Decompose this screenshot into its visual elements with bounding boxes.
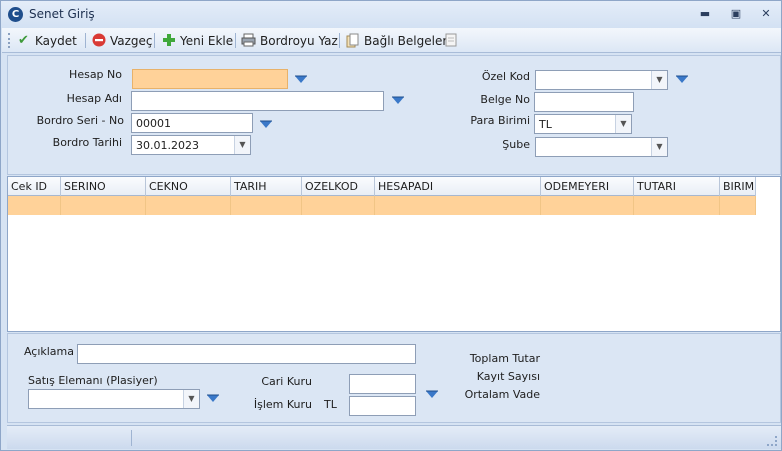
documents-icon — [345, 33, 360, 48]
column-header-odemeyeri[interactable]: ODEMEYERI — [541, 177, 634, 196]
minimize-icon[interactable]: ▬ — [697, 6, 713, 22]
islem-kuru-field[interactable] — [349, 396, 416, 416]
column-header-birim[interactable]: BIRIM — [720, 177, 756, 196]
status-bar — [7, 425, 781, 449]
table-cell[interactable] — [302, 196, 375, 215]
ortalam-vade-label: Ortalam Vade — [464, 388, 540, 401]
page-icon — [443, 33, 458, 48]
column-header-ozelkod[interactable]: OZELKOD — [302, 177, 375, 196]
satis-elemani-combo[interactable]: ▼ — [28, 389, 200, 409]
page-button[interactable] — [443, 31, 458, 50]
column-header-cek-id[interactable]: Cek ID — [8, 177, 61, 196]
kur-filter-dropdown-icon[interactable] — [425, 390, 439, 400]
ozel-kod-label: Özel Kod — [481, 70, 530, 83]
print-bordro-button-label: Bordroyu Yaz — [260, 33, 338, 48]
table-cell[interactable] — [541, 196, 634, 215]
close-icon[interactable]: ✕ — [758, 6, 774, 22]
toplam-tutar-label: Toplam Tutar — [469, 352, 540, 365]
toolbar-separator — [339, 33, 340, 48]
footer-form-panel: Açıklama Satış Elemanı (Plasiyer) ▼ Cari… — [7, 333, 781, 423]
para-birimi-value: TL — [539, 118, 552, 131]
table-cell[interactable] — [231, 196, 302, 215]
cancel-icon — [91, 33, 106, 48]
bordro-tarihi-value: 30.01.2023 — [136, 139, 199, 152]
hesap-adi-label: Hesap Adı — [66, 92, 122, 105]
grid-header: Cek ID SERINO CEKNO TARIH OZELKOD HESAPA… — [8, 177, 756, 196]
bordro-seri-filter-dropdown-icon[interactable] — [259, 120, 273, 130]
chevron-down-icon[interactable]: ▼ — [651, 71, 667, 89]
cancel-button[interactable]: Vazgeç — [91, 31, 153, 50]
bordro-tarihi-label: Bordro Tarihi — [52, 136, 122, 149]
sube-combo[interactable]: ▼ — [535, 137, 668, 157]
table-cell[interactable] — [146, 196, 231, 215]
hesap-adi-filter-dropdown-icon[interactable] — [391, 96, 405, 106]
chevron-down-icon[interactable]: ▼ — [615, 115, 631, 133]
checkmark-icon: ✔ — [18, 33, 29, 48]
toolbar-separator — [235, 33, 236, 48]
save-button-label: Kaydet — [35, 33, 77, 48]
ozel-kod-filter-dropdown-icon[interactable] — [675, 75, 689, 85]
table-cell[interactable] — [720, 196, 756, 215]
cari-kuru-field[interactable] — [349, 374, 416, 394]
hesap-no-field[interactable] — [132, 69, 288, 89]
kayit-sayisi-label: Kayıt Sayısı — [476, 370, 540, 383]
satis-elemani-filter-dropdown-icon[interactable] — [206, 394, 220, 404]
sube-label: Şube — [502, 138, 530, 151]
print-bordro-button[interactable]: Bordroyu Yaz — [241, 31, 338, 50]
aciklama-label: Açıklama — [23, 345, 74, 358]
toolbar-separator — [154, 33, 155, 48]
column-header-tarih[interactable]: TARIH — [231, 177, 302, 196]
table-row[interactable] — [8, 196, 756, 215]
linked-documents-button-label: Bağlı Belgeler — [364, 33, 448, 48]
window-title: Senet Giriş — [29, 7, 95, 21]
senet-grid[interactable]: Cek ID SERINO CEKNO TARIH OZELKOD HESAPA… — [7, 176, 781, 332]
ozel-kod-combo[interactable]: ▼ — [535, 70, 668, 90]
para-birimi-label: Para Birimi — [470, 114, 530, 127]
chevron-down-icon[interactable]: ▼ — [234, 136, 250, 154]
column-header-cekno[interactable]: CEKNO — [146, 177, 231, 196]
chevron-down-icon[interactable]: ▼ — [651, 138, 667, 156]
printer-icon — [241, 33, 256, 48]
islem-kuru-currency: TL — [324, 398, 337, 411]
satis-elemani-label: Satış Elemanı (Plasiyer) — [28, 374, 158, 387]
hesap-no-filter-dropdown-icon[interactable] — [294, 75, 308, 85]
senet-giris-window: C Senet Giriş ▬ ▣ ✕ ✔ Kaydet Vazgeç Yeni… — [0, 0, 782, 451]
title-bar: C Senet Giriş ▬ ▣ ✕ — [1, 1, 781, 28]
toolbar-separator — [85, 33, 86, 48]
bordro-seri-label: Bordro Seri - No — [36, 114, 124, 127]
linked-documents-button[interactable]: Bağlı Belgeler — [345, 31, 447, 50]
belge-no-label: Belge No — [480, 93, 530, 106]
toolbar: ✔ Kaydet Vazgeç Yeni Ekle Bordroyu Yaz B… — [2, 28, 781, 53]
table-cell[interactable] — [634, 196, 720, 215]
hesap-no-label: Hesap No — [69, 68, 122, 81]
table-cell[interactable] — [61, 196, 146, 215]
status-separator — [131, 430, 132, 446]
hesap-adi-field[interactable] — [131, 91, 384, 111]
table-cell[interactable] — [8, 196, 61, 215]
toolbar-grip[interactable] — [8, 33, 11, 48]
table-cell[interactable] — [375, 196, 541, 215]
column-header-serino[interactable]: SERINO — [61, 177, 146, 196]
new-button-label: Yeni Ekle — [180, 33, 234, 48]
cari-kuru-label: Cari Kuru — [261, 375, 312, 388]
bordro-tarihi-datepicker[interactable]: 30.01.2023 ▼ — [131, 135, 251, 155]
app-logo-icon: C — [8, 7, 23, 22]
aciklama-field[interactable] — [77, 344, 416, 364]
column-header-hesapadi[interactable]: HESAPADI — [375, 177, 541, 196]
cancel-button-label: Vazgeç — [110, 33, 153, 48]
resize-grip-icon[interactable] — [767, 436, 777, 446]
header-form-panel: Hesap No Hesap Adı Bordro Seri - No 0000… — [7, 55, 781, 175]
plus-icon — [161, 33, 176, 48]
restore-icon[interactable]: ▣ — [728, 6, 744, 22]
column-header-tutari[interactable]: TUTARI — [634, 177, 720, 196]
belge-no-field[interactable] — [534, 92, 634, 112]
bordro-seri-field[interactable]: 00001 — [131, 113, 253, 133]
new-button[interactable]: Yeni Ekle — [161, 31, 233, 50]
save-button[interactable]: ✔ Kaydet — [16, 31, 77, 50]
para-birimi-combo[interactable]: TL ▼ — [534, 114, 632, 134]
islem-kuru-label: İşlem Kuru — [253, 398, 312, 411]
chevron-down-icon[interactable]: ▼ — [183, 390, 199, 408]
